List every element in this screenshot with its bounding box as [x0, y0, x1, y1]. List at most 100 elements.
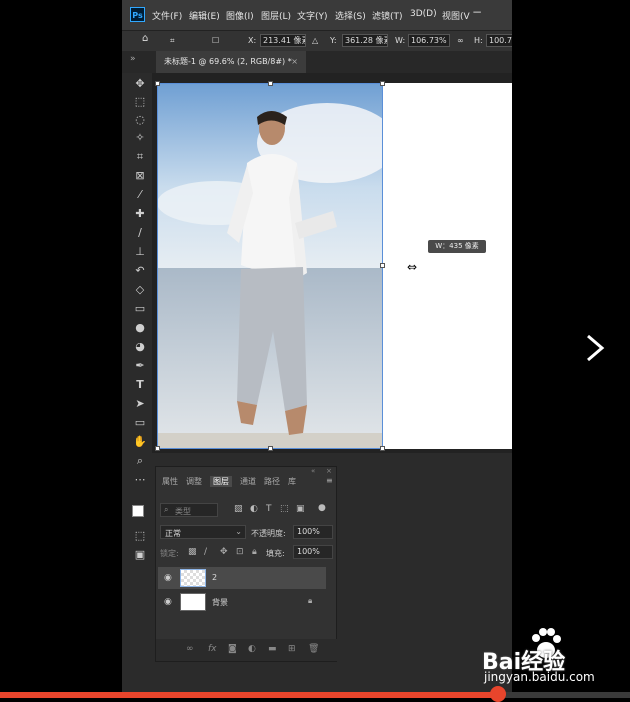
- w-label: W:: [395, 36, 406, 45]
- tab-channels[interactable]: 通道: [240, 476, 256, 487]
- menu-view[interactable]: 视图(V: [442, 9, 470, 22]
- new-layer-icon[interactable]: ⊞: [288, 644, 296, 654]
- tab-properties[interactable]: 属性: [162, 476, 178, 487]
- eyedropper-tool-icon[interactable]: ⁄: [133, 188, 147, 202]
- dodge-tool-icon[interactable]: ◕: [133, 340, 147, 354]
- menu-file[interactable]: 文件(F): [152, 9, 182, 22]
- blur-tool-icon[interactable]: ●: [133, 321, 147, 335]
- layer-name[interactable]: 2: [212, 573, 217, 582]
- height-percent-input[interactable]: 100.7: [486, 34, 512, 47]
- panel-close-icon[interactable]: ×: [326, 467, 332, 475]
- filter-pixel-icon[interactable]: ▨: [234, 504, 243, 514]
- transform-handle-top-left[interactable]: [155, 81, 160, 86]
- collapse-panels-icon[interactable]: »: [130, 54, 136, 64]
- transform-handle-bottom-right[interactable]: [380, 446, 385, 451]
- path-selection-tool-icon[interactable]: ➤: [133, 397, 147, 411]
- menu-type[interactable]: 文字(Y): [297, 9, 328, 22]
- video-progress-knob[interactable]: [489, 686, 506, 702]
- document-canvas[interactable]: [383, 83, 512, 449]
- crop-tool-icon[interactable]: ⌗: [133, 150, 147, 164]
- reference-point-icon[interactable]: ⌗: [170, 36, 175, 46]
- filter-shape-icon[interactable]: ⬚: [280, 504, 289, 514]
- menu-3d[interactable]: 3D(D): [410, 9, 437, 19]
- opacity-input[interactable]: 100%: [293, 525, 333, 539]
- fill-input[interactable]: 100%: [293, 545, 333, 559]
- layer-style-fx-icon[interactable]: fx: [208, 644, 217, 654]
- lasso-tool-icon[interactable]: ◌: [133, 113, 147, 127]
- transform-handle-top-center[interactable]: [268, 81, 273, 86]
- transform-handle-bottom-left[interactable]: [155, 446, 160, 451]
- frame-tool-icon[interactable]: ⊠: [133, 169, 147, 183]
- tab-libraries[interactable]: 库: [288, 476, 296, 487]
- transform-handle-middle-right[interactable]: [380, 263, 385, 268]
- link-layers-icon[interactable]: ∞: [186, 644, 194, 654]
- visibility-eye-icon[interactable]: ◉: [164, 597, 172, 607]
- canvas-area[interactable]: ⇔ W：435 像素: [152, 73, 512, 453]
- menu-filter[interactable]: 滤镜(T): [372, 9, 403, 22]
- clone-stamp-tool-icon[interactable]: ⊥: [133, 245, 147, 259]
- video-progress-bar[interactable]: [0, 686, 630, 702]
- panel-menu-icon[interactable]: ≡: [326, 476, 333, 485]
- lock-all-icon[interactable]: 🔒︎: [252, 547, 257, 557]
- hand-tool-icon[interactable]: ✋: [133, 435, 147, 449]
- zoom-tool-icon[interactable]: ⌕: [133, 454, 147, 468]
- healing-brush-tool-icon[interactable]: ✚: [133, 207, 147, 221]
- add-mask-icon[interactable]: ◙: [228, 644, 237, 654]
- type-tool-icon[interactable]: T: [133, 378, 147, 392]
- screen-mode-icon[interactable]: ▣: [133, 548, 147, 562]
- lock-transparent-icon[interactable]: ▩: [188, 547, 197, 557]
- tab-paths[interactable]: 路径: [264, 476, 280, 487]
- pen-tool-icon[interactable]: ✒: [133, 359, 147, 373]
- marquee-tool-icon[interactable]: ⬚: [133, 95, 147, 109]
- tab-adjustments[interactable]: 调整: [186, 476, 202, 487]
- filter-toggle-icon[interactable]: ●: [318, 503, 326, 513]
- layer-name[interactable]: 背景: [212, 597, 228, 608]
- menu-image[interactable]: 图像(I): [226, 9, 254, 22]
- blend-mode-select[interactable]: 正常 ⌄: [160, 525, 246, 539]
- gradient-tool-icon[interactable]: ▭: [133, 302, 147, 316]
- checkbox-icon[interactable]: ☐: [212, 36, 219, 45]
- lock-position-icon[interactable]: ✥: [220, 547, 228, 557]
- rectangle-tool-icon[interactable]: ▭: [133, 416, 147, 430]
- adjustment-layer-icon[interactable]: ◐: [248, 644, 256, 654]
- filter-smart-object-icon[interactable]: ▣: [296, 504, 305, 514]
- relative-position-icon[interactable]: △: [312, 36, 318, 45]
- y-position-input[interactable]: 361.28 像素: [342, 34, 388, 47]
- eraser-tool-icon[interactable]: ◇: [133, 283, 147, 297]
- tab-layers[interactable]: 图层: [210, 476, 232, 487]
- layer-row[interactable]: ◉ 背景 🔒︎: [158, 591, 326, 613]
- home-icon[interactable]: ⌂: [142, 33, 148, 44]
- menu-edit[interactable]: 编辑(E): [189, 9, 220, 22]
- filter-adjustment-icon[interactable]: ◐: [250, 504, 258, 514]
- layer-row[interactable]: ◉ 2: [158, 567, 326, 589]
- menu-select[interactable]: 选择(S): [335, 9, 366, 22]
- link-icon[interactable]: ∞: [457, 36, 464, 45]
- transform-handle-bottom-center[interactable]: [268, 446, 273, 451]
- document-tab[interactable]: 未标题-1 @ 69.6% (2, RGB/8#) * ×: [156, 51, 306, 73]
- width-percent-input[interactable]: 106.73%: [408, 34, 450, 47]
- lock-icon: 🔒︎: [308, 596, 313, 605]
- brush-tool-icon[interactable]: ∕: [133, 226, 147, 240]
- panel-collapse-icon[interactable]: «: [311, 467, 315, 475]
- document-title: 未标题-1 @ 69.6% (2, RGB/8#) *: [164, 57, 292, 66]
- visibility-eye-icon[interactable]: ◉: [164, 573, 172, 583]
- more-tools-icon[interactable]: ⋯: [133, 473, 147, 487]
- quick-mask-icon[interactable]: ⬚: [133, 529, 147, 543]
- filter-type-icon[interactable]: T: [266, 504, 272, 514]
- foreground-color-swatch[interactable]: [132, 505, 144, 517]
- menu-layer[interactable]: 图层(L): [261, 9, 291, 22]
- magic-wand-tool-icon[interactable]: ✧: [133, 131, 147, 145]
- close-tab-icon[interactable]: ×: [291, 51, 298, 73]
- filter-type-select[interactable]: ⌕ 类型: [160, 503, 218, 517]
- next-arrow-icon[interactable]: [580, 332, 610, 364]
- new-group-icon[interactable]: ▬: [268, 644, 277, 654]
- move-tool-icon[interactable]: ✥: [133, 77, 147, 91]
- lock-image-icon[interactable]: ∕: [204, 547, 207, 557]
- transform-handle-top-right[interactable]: [380, 81, 385, 86]
- transform-bounding-box[interactable]: [157, 83, 383, 449]
- lock-artboard-icon[interactable]: ⊡: [236, 547, 244, 557]
- x-position-input[interactable]: 213.41 像素: [260, 34, 306, 47]
- delete-layer-icon[interactable]: 🗑︎: [308, 644, 319, 654]
- history-brush-tool-icon[interactable]: ↶: [133, 264, 147, 278]
- minimize-icon[interactable]: −: [472, 6, 486, 18]
